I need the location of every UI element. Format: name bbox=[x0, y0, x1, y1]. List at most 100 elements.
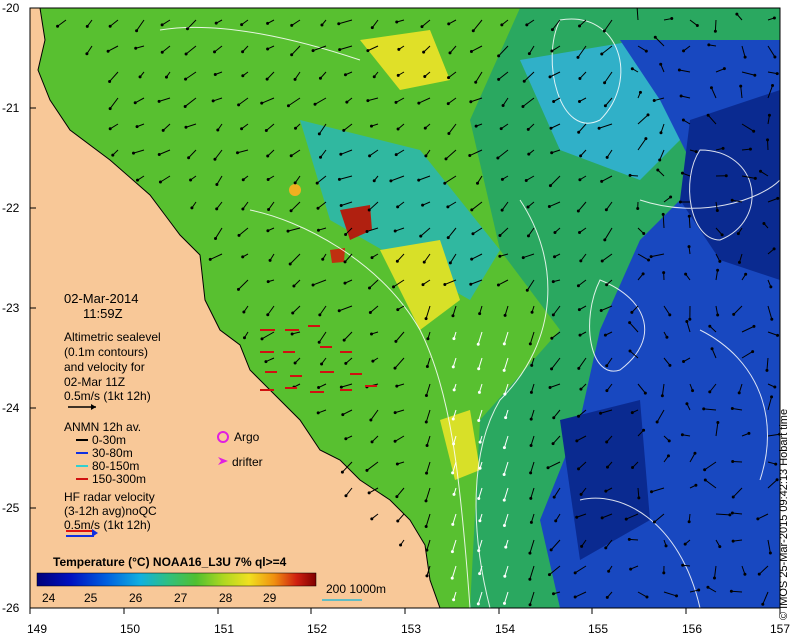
velocity-arrowhead bbox=[577, 467, 581, 471]
velocity-arrowhead bbox=[366, 99, 370, 103]
velocity-arrowhead bbox=[666, 454, 670, 458]
velocity-arrowhead bbox=[732, 312, 736, 316]
velocity-arrowhead bbox=[548, 184, 552, 188]
velocity-arrowhead bbox=[550, 28, 554, 32]
velocity-arrowhead bbox=[528, 577, 532, 581]
velocity-arrowhead bbox=[603, 81, 607, 85]
velocity-arrowhead bbox=[549, 548, 553, 552]
velocity-arrowhead bbox=[631, 466, 635, 470]
colorbar-tick: 27 bbox=[174, 591, 188, 605]
velocity-arrowhead bbox=[721, 146, 725, 150]
velocity-arrowhead bbox=[235, 151, 239, 155]
velocity-arrowhead bbox=[579, 387, 583, 391]
velocity-arrowhead bbox=[422, 50, 426, 54]
velocity-arrowhead bbox=[424, 524, 428, 528]
velocity-arrowhead bbox=[395, 495, 399, 499]
velocity-arrowhead bbox=[715, 208, 719, 212]
velocity-arrowhead bbox=[681, 118, 685, 122]
velocity-arrowhead bbox=[470, 208, 474, 212]
velocity-arrowhead bbox=[396, 308, 400, 312]
velocity-arrowhead bbox=[344, 232, 348, 236]
velocity-arrowhead bbox=[242, 336, 246, 340]
y-tick-label: -20 bbox=[2, 1, 20, 15]
x-tick-label: 149 bbox=[26, 622, 48, 636]
velocity-arrowhead bbox=[394, 153, 398, 157]
velocity-arrowhead bbox=[712, 576, 716, 580]
velocity-arrowhead bbox=[578, 99, 582, 103]
velocity-arrowhead bbox=[600, 516, 604, 520]
colorbar-tick: 25 bbox=[84, 591, 98, 605]
velocity-arrowhead bbox=[393, 411, 397, 415]
anmn-depth-label: 30-80m bbox=[92, 446, 133, 460]
velocity-arrowhead bbox=[135, 125, 139, 129]
velocity-arrowhead bbox=[164, 75, 168, 79]
velocity-arrowhead bbox=[604, 208, 608, 212]
velocity-arrowhead bbox=[396, 73, 400, 77]
velocity-arrowhead bbox=[502, 342, 506, 346]
velocity-arrowhead bbox=[550, 49, 554, 53]
velocity-arrowhead bbox=[423, 126, 427, 130]
velocity-arrowhead bbox=[241, 178, 245, 182]
velocity-arrowhead bbox=[502, 368, 506, 372]
velocity-arrowhead bbox=[266, 154, 270, 158]
velocity-arrowhead bbox=[478, 519, 482, 523]
velocity-arrowhead bbox=[710, 347, 714, 351]
velocity-arrowhead bbox=[56, 24, 60, 28]
velocity-arrowhead bbox=[529, 390, 533, 394]
velocity-arrowhead bbox=[339, 385, 343, 389]
velocity-arrowhead bbox=[397, 47, 401, 51]
velocity-arrowhead bbox=[214, 236, 218, 240]
velocity-arrowhead bbox=[240, 127, 244, 131]
velocity-arrowhead bbox=[713, 29, 717, 33]
velocity-arrowhead bbox=[652, 99, 656, 103]
velocity-arrowhead bbox=[500, 23, 504, 27]
velocity-arrowhead bbox=[367, 208, 371, 212]
velocity-arrowhead bbox=[266, 280, 270, 284]
velocity-arrowhead bbox=[317, 132, 321, 136]
velocity-arrowhead bbox=[660, 394, 664, 398]
velocity-arrowhead bbox=[682, 49, 686, 53]
velocity-arrowhead bbox=[444, 157, 448, 161]
velocity-arrowhead bbox=[767, 113, 771, 117]
y-tick-label: -21 bbox=[2, 101, 20, 115]
velocity-arrowhead bbox=[396, 519, 400, 523]
velocity-arrowhead bbox=[393, 366, 397, 370]
velocity-arrowhead bbox=[420, 25, 424, 29]
velocity-arrowhead bbox=[526, 205, 530, 209]
velocity-arrowhead bbox=[471, 29, 475, 33]
velocity-arrowhead bbox=[260, 101, 264, 105]
velocity-arrowhead bbox=[319, 155, 323, 159]
velocity-arrowhead bbox=[706, 113, 710, 117]
velocity-arrowhead bbox=[578, 24, 582, 28]
velocity-arrowhead bbox=[644, 49, 648, 53]
velocity-arrowhead bbox=[425, 574, 429, 578]
velocity-arrowhead bbox=[687, 214, 691, 218]
velocity-arrowhead bbox=[504, 545, 508, 549]
velocity-arrowhead bbox=[577, 414, 581, 418]
velocity-arrowhead bbox=[316, 228, 320, 232]
colorbar bbox=[36, 572, 317, 587]
velocity-arrowhead bbox=[468, 154, 472, 158]
velocity-arrowhead bbox=[580, 544, 584, 548]
velocity-arrowhead bbox=[577, 308, 581, 312]
velocity-arrowhead bbox=[709, 86, 713, 90]
velocity-arrowhead bbox=[477, 367, 481, 371]
velocity-arrowhead bbox=[751, 350, 755, 354]
velocity-arrowhead bbox=[502, 446, 506, 450]
velocity-arrowhead bbox=[527, 152, 531, 156]
velocity-arrowhead bbox=[753, 73, 757, 77]
velocity-arrowhead bbox=[372, 179, 376, 183]
velocity-arrowhead bbox=[577, 366, 581, 370]
velocity-arrowhead bbox=[497, 54, 501, 58]
velocity-arrowhead bbox=[344, 437, 348, 441]
velocity-arrowhead bbox=[213, 50, 217, 54]
velocity-arrowhead bbox=[266, 47, 270, 51]
velocity-arrowhead bbox=[338, 48, 342, 52]
velocity-arrowhead bbox=[525, 23, 529, 27]
hf-radar-line: HF radar velocity bbox=[64, 490, 155, 504]
velocity-arrowhead bbox=[603, 333, 607, 337]
velocity-arrowhead bbox=[706, 585, 710, 589]
velocity-arrowhead bbox=[366, 49, 370, 53]
velocity-arrowhead bbox=[528, 342, 532, 346]
velocity-arrowhead bbox=[659, 62, 663, 66]
